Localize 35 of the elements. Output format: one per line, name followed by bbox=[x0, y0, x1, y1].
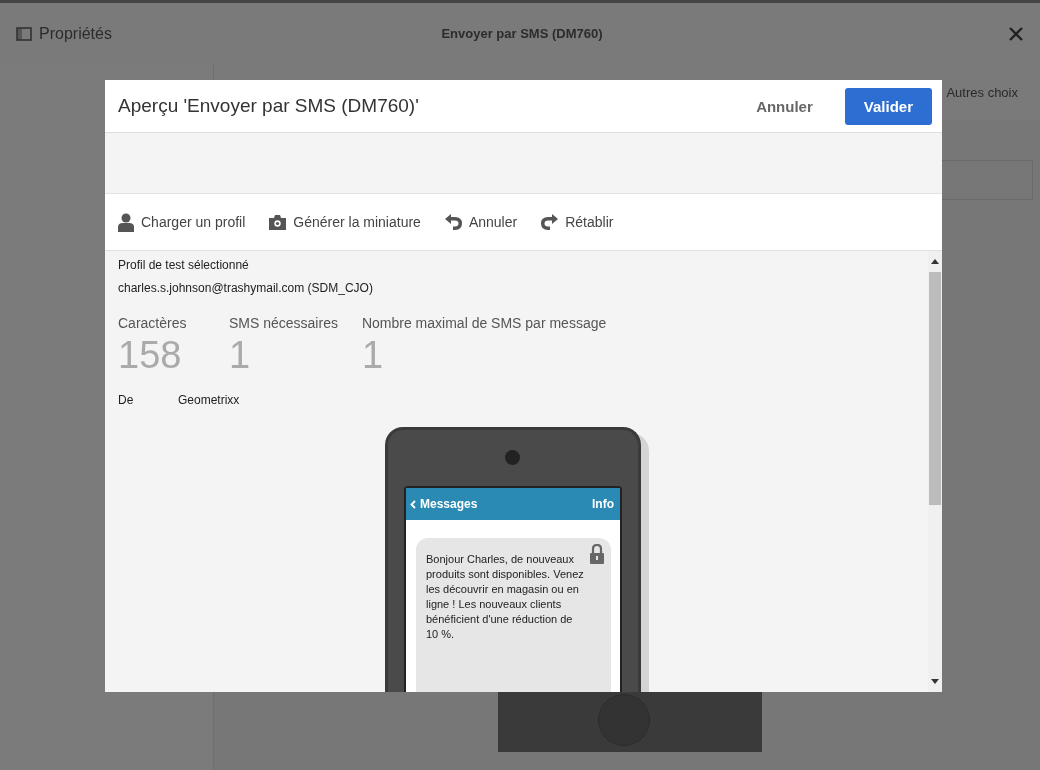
dialog-title: Aperçu 'Envoyer par SMS (DM760)' bbox=[118, 95, 420, 117]
info-link[interactable]: Info bbox=[592, 497, 614, 511]
validate-button[interactable]: Valider bbox=[844, 87, 932, 125]
panel-icon[interactable] bbox=[16, 25, 32, 42]
sender-value: Geometrixx bbox=[178, 393, 240, 407]
message-text: Bonjour Charles, de nouveaux produits sont disponibles. Venez les découvrir en magasin ou en ligne ! Les nouveaux clients bénéficient d'une réduction de 10 %. bbox=[426, 552, 585, 642]
undo-icon bbox=[444, 214, 462, 230]
sender-label: De bbox=[118, 393, 135, 407]
tab[interactable]: Autres choix bbox=[946, 84, 1018, 100]
toolbar-button[interactable]: Charger un profil bbox=[118, 212, 246, 232]
test-profile-label: Profil de test sélectionné bbox=[118, 258, 250, 272]
toolbar-button[interactable]: Annuler bbox=[444, 214, 518, 230]
camera-icon bbox=[269, 214, 287, 230]
stat-label: SMS nécessaires bbox=[229, 315, 338, 331]
scroll-down-icon[interactable] bbox=[931, 679, 939, 684]
toolbar-button[interactable]: Générer la miniature bbox=[269, 214, 421, 230]
chevron-left-icon bbox=[410, 499, 416, 509]
stat-label: Caractères bbox=[118, 315, 188, 331]
phone-camera bbox=[505, 450, 520, 465]
scrollbar[interactable] bbox=[928, 251, 942, 692]
toolbar-button[interactable]: Rétablir bbox=[541, 214, 614, 230]
stat-value: 1 bbox=[229, 334, 252, 377]
test-profile-value: charles.s.johnson@trashymail.com (SDM_CJO) bbox=[118, 281, 374, 295]
stat-label: Nombre maximal de SMS par message bbox=[361, 315, 607, 331]
stat-value: 1 bbox=[361, 334, 385, 377]
lock-icon bbox=[590, 544, 604, 564]
back-link[interactable]: Messages bbox=[410, 497, 478, 511]
close-icon[interactable] bbox=[1008, 25, 1024, 42]
sidebar-title: Propriétés bbox=[39, 24, 112, 43]
cancel-button[interactable]: Annuler bbox=[738, 87, 831, 125]
redo-icon bbox=[541, 214, 559, 230]
scroll-up-icon[interactable] bbox=[931, 259, 939, 264]
stat-value: 158 bbox=[118, 334, 183, 377]
page-title: Envoyer par SMS (DM760) bbox=[440, 26, 604, 41]
person-icon bbox=[118, 212, 134, 232]
